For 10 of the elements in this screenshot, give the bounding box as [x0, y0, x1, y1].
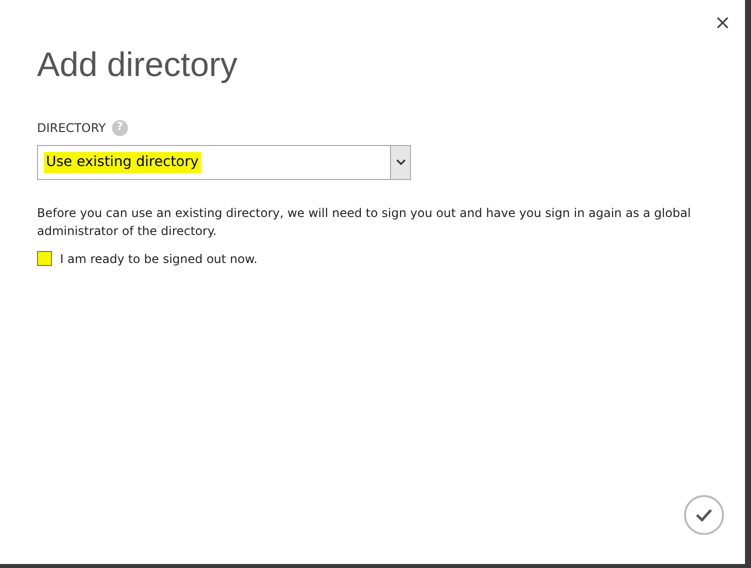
- dialog-title: Add directory: [37, 45, 238, 86]
- close-button[interactable]: ×: [714, 12, 731, 32]
- checkbox-label: I am ready to be signed out now.: [60, 250, 258, 268]
- signout-message: Before you can use an existing directory, we will need to sign you out and have you sign in again as a global administrator of the directory.: [37, 204, 692, 240]
- select-value: Use existing directory: [44, 152, 201, 172]
- checkmark-icon: [695, 508, 713, 522]
- signout-checkbox[interactable]: [37, 251, 52, 266]
- field-label: DIRECTORY: [37, 120, 106, 136]
- directory-select[interactable]: Use existing directory: [37, 144, 411, 180]
- confirm-button[interactable]: [684, 495, 724, 535]
